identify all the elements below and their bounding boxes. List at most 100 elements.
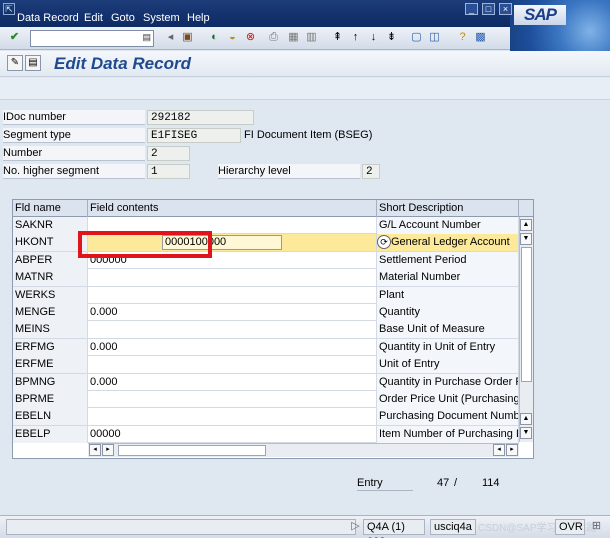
find-icon[interactable]: ▦ [286,30,301,45]
scroll-down-icon[interactable]: ▼ [520,427,532,439]
column-header-fld-name[interactable]: Fld name [13,200,88,217]
status-bar: ▷ Q4A (1) 002 usciq4a CSDN@SAP学习成长之路 OVR… [0,515,610,538]
short-description-cell: Order Price Unit (Purchasing) [377,391,519,408]
edit-icon[interactable]: ✎ [7,55,23,71]
page-down-icon[interactable]: ▲ [520,413,532,425]
table-row[interactable]: EBELN Purchasing Document Number [13,408,519,426]
horizontal-scrollbar[interactable]: ◂ ▸ ◂ ▸ [88,443,519,457]
back-icon[interactable]: ◐ [207,30,222,45]
field-contents-cell[interactable] [88,408,377,426]
short-description-cell: Purchasing Document Number [377,408,519,426]
document-icon[interactable]: ▤ [25,55,41,71]
scroll-up-icon[interactable]: ▲ [520,219,532,231]
table-row[interactable]: MATNR Material Number [13,269,519,287]
menu-goto[interactable]: Goto [111,12,135,24]
table-row[interactable]: EBELP 00000 Item Number of Purchasing Do… [13,425,519,444]
field-contents-cell[interactable] [88,391,377,408]
field-name-cell: WERKS [13,286,88,304]
field-contents-cell[interactable]: 0.000 [88,373,377,391]
menu-help[interactable]: Help [187,12,210,24]
table-row[interactable]: ERFME Unit of Entry [13,356,519,374]
vertical-scrollbar[interactable]: ▲ ▼ ▲ ▼ [519,217,533,442]
column-header-short-description[interactable]: Short Description [377,200,519,217]
field-contents-cell[interactable] [88,269,377,287]
find-next-icon[interactable]: ▥ [304,30,319,45]
field-contents-cell[interactable]: 0.000 [88,338,377,356]
short-description-cell: Unit of Entry [377,356,519,374]
field-name-cell: BPMNG [13,373,88,391]
enter-check-icon[interactable]: ✔ [7,30,22,45]
short-description-cell: Quantity in Purchase Order Price Unit [377,373,519,391]
table-row[interactable]: BPMNG 0.000 Quantity in Purchase Order P… [13,373,519,391]
short-description-cell: Plant [377,286,519,304]
page-title: Edit Data Record [54,54,191,73]
system-menu-icon[interactable]: ⇱ [3,3,15,15]
segment-type-label: Segment type [3,128,145,143]
scroll-left-icon[interactable]: ◂ [89,444,101,456]
short-description-cell: Item Number of Purchasing Document [377,425,519,443]
save-icon[interactable]: ▣ [180,30,195,45]
status-message[interactable] [6,519,356,535]
short-description-cell: Base Unit of Measure [377,321,519,339]
field-contents-cell[interactable] [88,356,377,374]
command-history-icon[interactable]: ▤ [142,32,151,43]
hierarchy-level-value: 2 [362,164,380,179]
field-contents-cell[interactable]: 00000 [88,425,377,443]
help-icon[interactable]: ? [455,30,470,45]
entry-label: Entry [357,476,413,491]
short-description-cell: Material Number [377,269,519,287]
field-contents-cell[interactable]: 0.000 [88,304,377,321]
standard-toolbar: ✔ ▤ ◂ ▣ ◐ ◒ ⊗ ⎙ ▦ ▥ ⇞ ↑ ↓ ⇟ ▢ ◫ ? ▩ [0,27,510,50]
last-page-icon[interactable]: ⇟ [384,30,399,45]
field-contents-cell[interactable] [88,321,377,339]
entry-total: 114 [482,477,500,489]
table-header: Fld name Field contents Short Descriptio… [13,200,533,217]
hierarchy-level-label: Hierarchy level [218,164,360,179]
higher-segment-value: 1 [147,164,190,179]
exit-icon[interactable]: ◒ [225,30,240,45]
table-row[interactable]: MENGE 0.000 Quantity [13,304,519,322]
field-name-cell: ERFMG [13,338,88,356]
layout-menu-icon[interactable]: ▩ [473,30,488,45]
scroll-right-icon[interactable]: ▸ [506,444,518,456]
shortcut-icon[interactable]: ◫ [427,30,442,45]
number-value: 2 [147,146,190,161]
close-icon[interactable]: × [499,3,512,15]
field-name-cell: MENGE [13,304,88,321]
short-description-cell: General Ledger Account [377,234,519,252]
table-row[interactable]: ERFMG 0.000 Quantity in Unit of Entry [13,338,519,357]
horizontal-scroll-thumb[interactable] [118,445,266,456]
command-field[interactable]: ▤ [30,30,154,47]
page-left-icon[interactable]: ◂ [493,444,505,456]
short-description-cell: G/L Account Number [377,217,519,234]
status-expand-icon[interactable]: ▷ [348,519,363,534]
field-name-cell: ERFME [13,356,88,374]
application-toolbar [0,78,610,100]
field-contents-cell[interactable] [88,286,377,304]
collapse-command-icon[interactable]: ◂ [163,30,178,45]
first-page-icon[interactable]: ⇞ [330,30,345,45]
create-session-icon[interactable]: ▢ [409,30,424,45]
minimize-icon[interactable]: _ [465,3,478,15]
field-name-cell: BPRME [13,391,88,408]
idoc-number-label: IDoc number [3,110,145,125]
short-description-cell: Settlement Period [377,251,519,269]
menu-edit[interactable]: Edit [84,12,103,24]
print-icon[interactable]: ⎙ [266,30,281,45]
maximize-icon[interactable]: □ [482,3,495,15]
page-right-icon[interactable]: ▸ [102,444,114,456]
previous-page-icon[interactable]: ↑ [348,30,363,45]
table-row[interactable]: MEINS Base Unit of Measure [13,321,519,339]
column-header-field-contents[interactable]: Field contents [88,200,377,217]
vertical-scroll-thumb[interactable] [521,247,532,382]
page-up-icon[interactable]: ▼ [520,233,532,245]
table-row[interactable]: BPRME Order Price Unit (Purchasing) [13,391,519,409]
next-page-icon[interactable]: ↓ [366,30,381,45]
table-row[interactable]: WERKS Plant [13,286,519,304]
menu-data-record[interactable]: Data Record [17,12,79,24]
system-info[interactable]: Q4A (1) 002 [363,519,425,538]
menu-system[interactable]: System [143,12,180,24]
higher-segment-label: No. higher segment [3,164,145,179]
cancel-icon[interactable]: ⊗ [243,30,258,45]
number-label: Number [3,146,145,161]
